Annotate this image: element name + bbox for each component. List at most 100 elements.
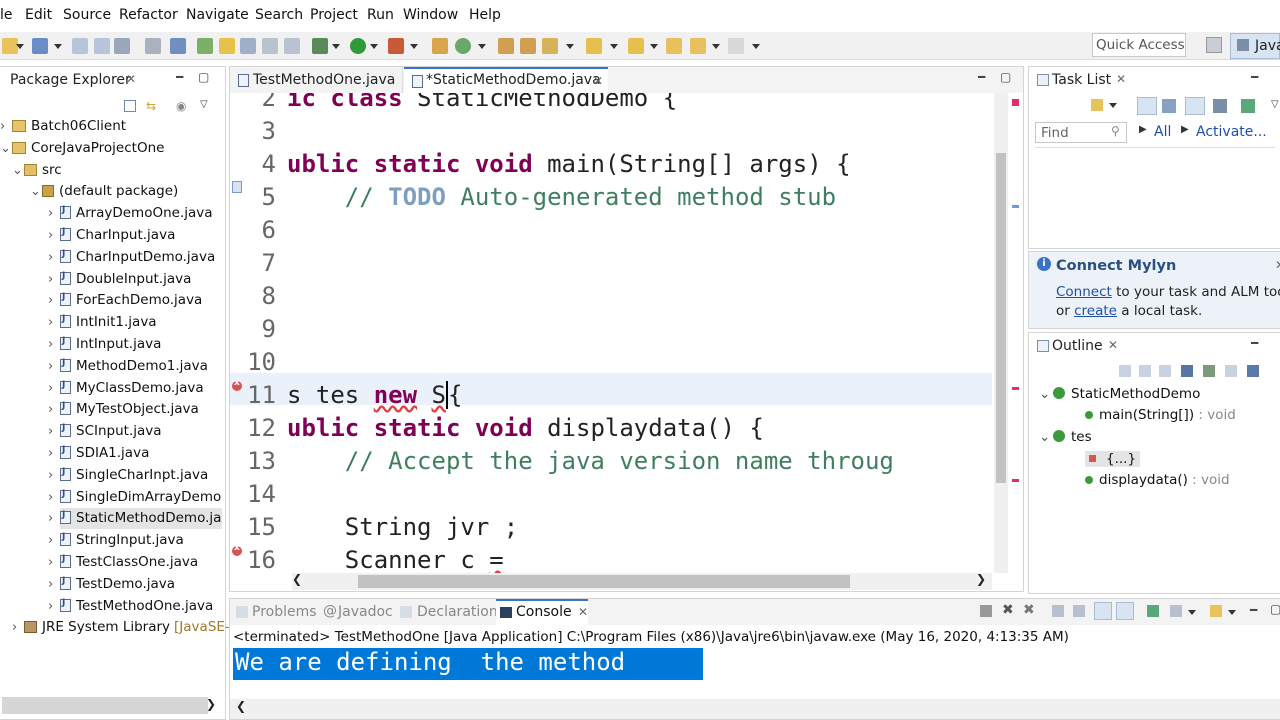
- code-line[interactable]: // TODO Auto-generated method stub: [287, 183, 836, 211]
- open-type-icon[interactable]: [498, 38, 514, 54]
- debug-icon[interactable]: [312, 38, 328, 54]
- console-output[interactable]: We are defining the method: [235, 648, 625, 676]
- code-line[interactable]: // Accept the java version name throug: [287, 447, 894, 475]
- chevron-down-icon[interactable]: ⌄: [1039, 429, 1053, 445]
- collapse-all-icon[interactable]: [124, 100, 136, 112]
- tree-item[interactable]: › IntInput.java: [48, 336, 161, 352]
- toggle-mark-occurrences-icon[interactable]: [197, 38, 213, 54]
- tree-item[interactable]: › CharInput.java: [48, 227, 175, 243]
- close-icon[interactable]: ✕: [1108, 338, 1118, 352]
- print-icon[interactable]: [114, 38, 130, 54]
- menu-help[interactable]: Help: [469, 7, 501, 23]
- display-console-icon[interactable]: [1170, 605, 1182, 617]
- editor-vertical-scrollbar[interactable]: [994, 93, 1008, 573]
- outline-item[interactable]: ⌄ StaticMethodDemo: [1039, 386, 1200, 402]
- last-edit-icon[interactable]: [666, 38, 682, 54]
- minimize-icon[interactable]: ━: [1250, 603, 1257, 617]
- outline-title[interactable]: Outline: [1052, 338, 1103, 354]
- error-icon[interactable]: [232, 378, 242, 391]
- outline-item[interactable]: displaydata() : void: [1085, 472, 1230, 488]
- menu-source[interactable]: Source: [63, 7, 111, 23]
- code-line[interactable]: Scanner c =: [287, 546, 504, 573]
- tree-item[interactable]: › ForEachDemo.java: [48, 292, 202, 308]
- menu-edit[interactable]: Edit: [25, 7, 52, 23]
- scroll-right-icon[interactable]: ❯: [976, 572, 986, 586]
- hide-nonpublic-icon[interactable]: [1203, 365, 1215, 377]
- collapse-all-icon[interactable]: [1213, 99, 1227, 113]
- tree-item[interactable]: › IntInit1.java: [48, 314, 157, 330]
- chevron-down-icon[interactable]: ⌄: [30, 184, 42, 199]
- link-with-editor-icon[interactable]: ⇆: [146, 99, 160, 113]
- forward-icon[interactable]: [728, 38, 744, 54]
- tree-item[interactable]: › StaticMethodDemo.ja: [48, 510, 221, 526]
- chevron-down-icon[interactable]: [712, 44, 720, 49]
- chevron-right-icon[interactable]: ›: [48, 555, 60, 570]
- outline-item[interactable]: ⌄ tes: [1039, 429, 1092, 445]
- chevron-down-icon[interactable]: [610, 44, 618, 49]
- hide-static-icon[interactable]: [1181, 365, 1193, 377]
- minimize-icon[interactable]: ━: [1251, 70, 1258, 84]
- menu-project[interactable]: Project: [310, 7, 358, 23]
- quick-access-input[interactable]: Quick Access: [1092, 33, 1186, 57]
- tree-item[interactable]: ⌄ (default package): [30, 183, 178, 199]
- hide-fields-icon[interactable]: [1159, 365, 1171, 377]
- connect-link[interactable]: Connect: [1056, 284, 1112, 300]
- tree-item[interactable]: › TestDemo.java: [48, 576, 175, 592]
- error-overview-marker[interactable]: [1012, 387, 1019, 390]
- close-icon[interactable]: ✕: [1275, 258, 1280, 272]
- hide-local-types-icon[interactable]: [1225, 365, 1237, 377]
- menu-navigate[interactable]: Navigate: [186, 7, 249, 23]
- chevron-right-icon[interactable]: ›: [48, 468, 60, 483]
- menu-run[interactable]: Run: [367, 7, 394, 23]
- tree-item[interactable]: › TestClassOne.java: [48, 554, 198, 570]
- tree-item[interactable]: › JRE System Library [JavaSE-: [12, 619, 230, 635]
- build-icon[interactable]: [145, 38, 161, 54]
- scroll-thumb[interactable]: [996, 153, 1006, 483]
- maximize-icon[interactable]: ▢: [198, 70, 209, 84]
- chevron-down-icon[interactable]: [410, 44, 418, 49]
- code-area[interactable]: 2 ic class StaticMethodDemo {3 4 ublic stat…: [230, 93, 1008, 573]
- tree-item[interactable]: ⌄ CoreJavaProjectOne: [0, 140, 164, 156]
- chevron-right-icon[interactable]: ›: [12, 620, 24, 635]
- minimize-icon[interactable]: ━: [978, 70, 985, 84]
- back-icon[interactable]: [690, 38, 706, 54]
- chevron-right-icon[interactable]: ›: [48, 381, 60, 396]
- word-wrap-icon[interactable]: [262, 38, 278, 54]
- prev-annotation-icon[interactable]: [628, 38, 644, 54]
- tab-declaration[interactable]: Declaration: [417, 604, 498, 620]
- highlight-icon[interactable]: [219, 38, 235, 54]
- minimize-icon[interactable]: ━: [176, 70, 183, 84]
- tab-javadoc[interactable]: Javadoc: [338, 604, 393, 620]
- tree-item[interactable]: › StringInput.java: [48, 532, 184, 548]
- menu-window[interactable]: Window: [403, 7, 458, 23]
- collapse-all-icon[interactable]: [1119, 365, 1131, 377]
- chevron-right-icon[interactable]: ›: [48, 599, 60, 614]
- chevron-right-icon[interactable]: ›: [48, 206, 60, 221]
- run-icon[interactable]: [350, 38, 366, 54]
- scheduled-icon[interactable]: [1162, 99, 1176, 113]
- chevron-right-icon[interactable]: ›: [48, 424, 60, 439]
- chevron-right-icon[interactable]: ›: [48, 490, 60, 505]
- error-icon[interactable]: [232, 543, 242, 556]
- pin-console-icon[interactable]: [1147, 605, 1159, 617]
- chevron-right-icon[interactable]: ›: [48, 359, 60, 374]
- code-line[interactable]: s tes new S{: [287, 381, 463, 409]
- code-line[interactable]: ic class StaticMethodDemo {: [287, 93, 677, 112]
- terminate-icon[interactable]: [980, 605, 992, 617]
- tree-item[interactable]: › SingleCharInpt.java: [48, 467, 208, 483]
- tree-item[interactable]: › CharInputDemo.java: [48, 249, 215, 265]
- show-stderr-icon[interactable]: [1116, 602, 1134, 620]
- save-all-icon[interactable]: [94, 38, 110, 54]
- close-icon[interactable]: ✕: [1116, 72, 1126, 86]
- block-selection-icon[interactable]: [240, 38, 256, 54]
- error-overview-marker[interactable]: [1012, 479, 1019, 482]
- chevron-right-icon[interactable]: ›: [48, 577, 60, 592]
- skip-breakpoints-icon[interactable]: [170, 38, 186, 54]
- java-perspective-button[interactable]: Java: [1230, 33, 1280, 59]
- chevron-down-icon[interactable]: [650, 44, 658, 49]
- chevron-down-icon[interactable]: [752, 44, 760, 49]
- code-line[interactable]: ublic static void main(String[] args) {: [287, 150, 851, 178]
- code-line[interactable]: ublic static void displaydata() {: [287, 414, 764, 442]
- remove-all-icon[interactable]: ✖: [1023, 602, 1035, 618]
- open-icon[interactable]: [32, 38, 48, 54]
